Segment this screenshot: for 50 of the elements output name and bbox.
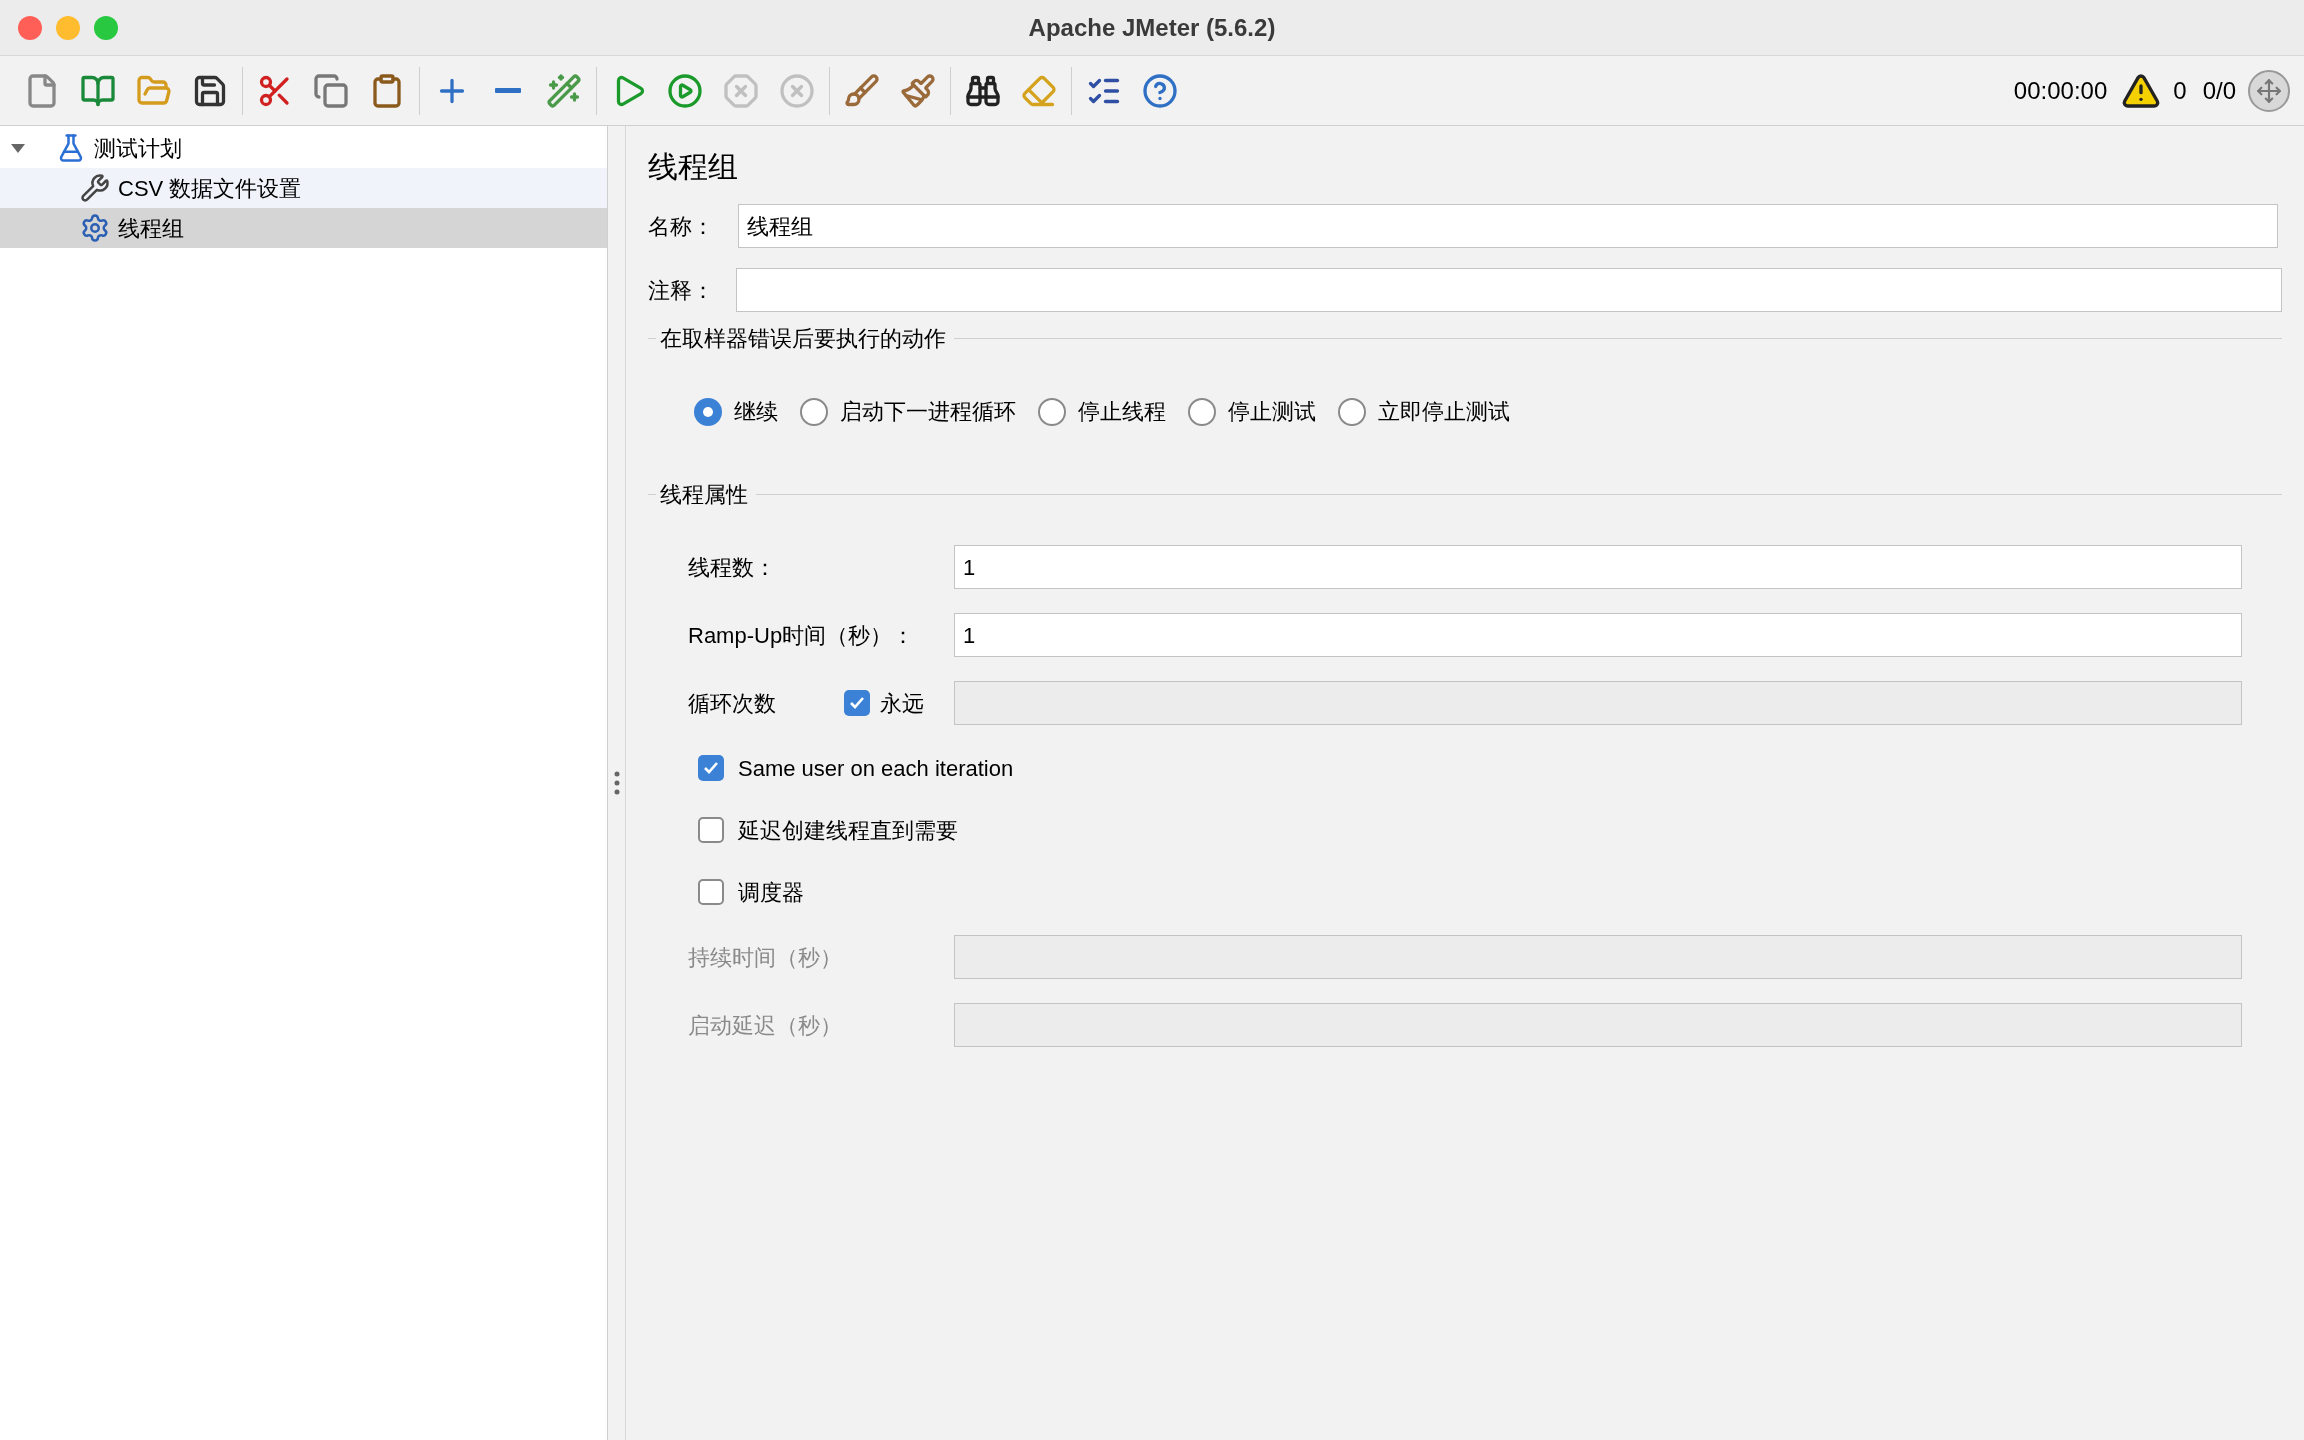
checkbox-label: Same user on each iteration <box>738 754 1014 783</box>
close-button[interactable] <box>18 15 42 40</box>
thread-count: 0/0 <box>2202 75 2236 106</box>
wrench-icon <box>80 173 110 203</box>
radio-option[interactable]: 停止测试 <box>1188 395 1316 428</box>
checkbox[interactable] <box>698 879 724 905</box>
field-label: 注释： <box>648 276 715 305</box>
radio-option[interactable]: 继续 <box>694 395 778 428</box>
radio-option[interactable]: 立即停止测试 <box>1338 395 1510 428</box>
help-icon <box>1142 72 1178 109</box>
shutdown-icon <box>779 72 815 109</box>
checkbox-label: 永远 <box>880 689 924 718</box>
checkmark-icon <box>704 762 718 774</box>
checkbox[interactable] <box>698 817 724 843</box>
tree-item-label: 线程组 <box>118 214 184 243</box>
radio-option[interactable]: 停止线程 <box>1038 395 1166 428</box>
input-field[interactable]: 1 <box>954 545 2242 589</box>
tree-item[interactable]: 测试计划 <box>0 128 607 168</box>
tree-item-label: 测试计划 <box>94 134 182 163</box>
input-field[interactable] <box>736 268 2282 312</box>
status-indicator-icon[interactable] <box>2248 69 2290 112</box>
panel-title: 线程组 <box>648 149 739 185</box>
wand-icon <box>546 72 582 109</box>
tree-item[interactable]: CSV 数据文件设置 <box>0 168 607 208</box>
checkmark-icon <box>850 697 864 709</box>
checkbox-label: 调度器 <box>738 878 804 907</box>
copy-icon <box>313 72 349 109</box>
radio-option[interactable]: 启动下一进程循环 <box>800 395 1016 428</box>
input-field[interactable]: 1 <box>954 613 2242 657</box>
section-title: 线程属性 <box>660 481 748 509</box>
tree-item-label: CSV 数据文件设置 <box>118 174 302 203</box>
splitter-handle-icon[interactable] <box>613 771 620 795</box>
field-label: 名称： <box>648 212 715 241</box>
checkbox-label: 延迟创建线程直到需要 <box>738 816 958 845</box>
section-title: 在取样器错误后要执行的动作 <box>660 325 946 353</box>
play-icon <box>667 72 703 109</box>
tree-item[interactable]: 线程组 <box>0 208 607 248</box>
field-label: 持续时间（秒） <box>688 943 843 972</box>
error-count: 0 <box>2173 75 2187 106</box>
field-label: 线程数： <box>688 553 777 582</box>
minus-icon <box>495 88 521 93</box>
field-label: Ramp-Up时间（秒）： <box>688 621 916 650</box>
input-field[interactable]: 线程组 <box>738 204 2278 248</box>
window-title: Apache JMeter (5.6.2) <box>1028 12 1276 43</box>
field-label: 启动延迟（秒） <box>688 1011 843 1040</box>
elapsed-timer: 00:00:00 <box>2013 75 2108 106</box>
checkbox[interactable] <box>698 755 724 781</box>
field-label: 循环次数 <box>688 689 777 718</box>
gear-icon <box>80 213 110 243</box>
stop-icon <box>723 72 759 109</box>
